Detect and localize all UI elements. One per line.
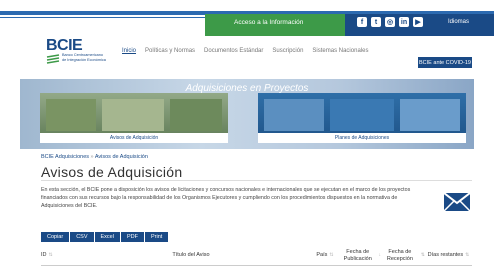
excel-button[interactable]: Excel bbox=[94, 232, 120, 242]
export-buttons: Copiar CSV Excel PDF Print bbox=[41, 232, 169, 242]
divider bbox=[41, 180, 472, 181]
bcie-logo[interactable]: BCIE Banco Centroamericano de Integració… bbox=[46, 37, 106, 69]
top-stripe-thin bbox=[0, 17, 205, 18]
page-description: En esta sección, el BCIE pone a disposic… bbox=[41, 187, 411, 209]
access-info-link[interactable]: Acceso a la Información bbox=[234, 19, 303, 26]
print-button[interactable]: Print bbox=[144, 232, 169, 242]
column-label: País bbox=[316, 252, 328, 259]
column-label: Fecha de Recepción bbox=[386, 249, 413, 262]
column-header-pais[interactable]: País ⇅ bbox=[311, 246, 339, 265]
linkedin-icon[interactable]: in bbox=[399, 17, 409, 27]
column-header-dias[interactable]: Días restantes ⇅ bbox=[425, 246, 472, 265]
sort-icon: ⇅ bbox=[465, 252, 470, 259]
project-photo bbox=[330, 99, 394, 131]
nav-item-inicio[interactable]: Inicio bbox=[122, 48, 136, 54]
field-photo bbox=[102, 99, 164, 131]
table-header: ID ⇅ Título del Aviso País ⇅ Fecha de Publ… bbox=[41, 246, 472, 266]
envelope-icon[interactable] bbox=[444, 193, 470, 211]
avisos-panel-caption: Avisos de Adquisición bbox=[40, 133, 228, 143]
nav-item-documentos[interactable]: Documentos Estándar bbox=[204, 48, 263, 54]
top-bar: Acceso a la Información f t ◎ in ▶ Idiom… bbox=[0, 0, 494, 36]
nav-item-politicas[interactable]: Políticas y Normas bbox=[145, 48, 195, 54]
nav-item-suscripcion[interactable]: Suscripción bbox=[272, 48, 303, 54]
main-nav: Inicio Políticas y Normas Documentos Est… bbox=[122, 48, 368, 54]
nav-item-sistemas[interactable]: Sistemas Nacionales bbox=[312, 48, 368, 54]
column-label: Fecha de Publicación bbox=[343, 249, 372, 262]
breadcrumb-current: Avisos de Adquisición bbox=[94, 154, 148, 160]
avisos-panel[interactable]: Avisos de Adquisición bbox=[40, 93, 228, 143]
instagram-icon[interactable]: ◎ bbox=[385, 17, 395, 27]
column-header-id[interactable]: ID ⇅ bbox=[41, 246, 71, 265]
column-label: ID bbox=[41, 252, 47, 259]
pdf-button[interactable]: PDF bbox=[120, 232, 144, 242]
copy-button[interactable]: Copiar bbox=[41, 232, 70, 242]
project-photo bbox=[400, 99, 460, 131]
breadcrumb: BCIE Adquisiciones » Avisos de Adquisici… bbox=[41, 154, 148, 160]
breadcrumb-root[interactable]: BCIE Adquisiciones bbox=[41, 154, 89, 160]
project-photo bbox=[264, 99, 324, 131]
column-label: Días restantes bbox=[427, 252, 464, 259]
twitter-icon[interactable]: t bbox=[371, 17, 381, 27]
column-header-fecha-recepcion[interactable]: Fecha de Recepción ⇅ bbox=[381, 246, 425, 265]
facebook-icon[interactable]: f bbox=[357, 17, 367, 27]
field-photo bbox=[46, 99, 96, 131]
language-selector[interactable]: Idiomas bbox=[448, 19, 469, 25]
planes-panel[interactable]: Planes de Adquisiciones bbox=[258, 93, 466, 143]
field-photo bbox=[170, 99, 222, 131]
social-links: f t ◎ in ▶ bbox=[357, 17, 423, 27]
csv-button[interactable]: CSV bbox=[70, 232, 94, 242]
breadcrumb-separator: » bbox=[90, 154, 94, 160]
logo-mark-icon bbox=[46, 54, 60, 64]
column-header-fecha-publicacion[interactable]: Fecha de Publicación ↓ bbox=[339, 246, 381, 265]
sort-icon: ⇅ bbox=[329, 252, 334, 259]
youtube-icon[interactable]: ▶ bbox=[413, 17, 423, 27]
column-header-titulo[interactable]: Título del Aviso bbox=[71, 246, 311, 265]
column-label: Título del Aviso bbox=[172, 252, 210, 259]
hero-banner: Adquisiciones en Proyectos Avisos de Adq… bbox=[20, 79, 474, 149]
logo-subtitle: Banco Centroamericano de Integración Eco… bbox=[62, 53, 106, 62]
sort-icon: ⇅ bbox=[48, 252, 53, 259]
covid-button[interactable]: BCIE ante COVID-19 bbox=[418, 57, 472, 68]
planes-panel-caption: Planes de Adquisiciones bbox=[258, 133, 466, 143]
page-title: Avisos de Adquisición bbox=[41, 164, 183, 180]
